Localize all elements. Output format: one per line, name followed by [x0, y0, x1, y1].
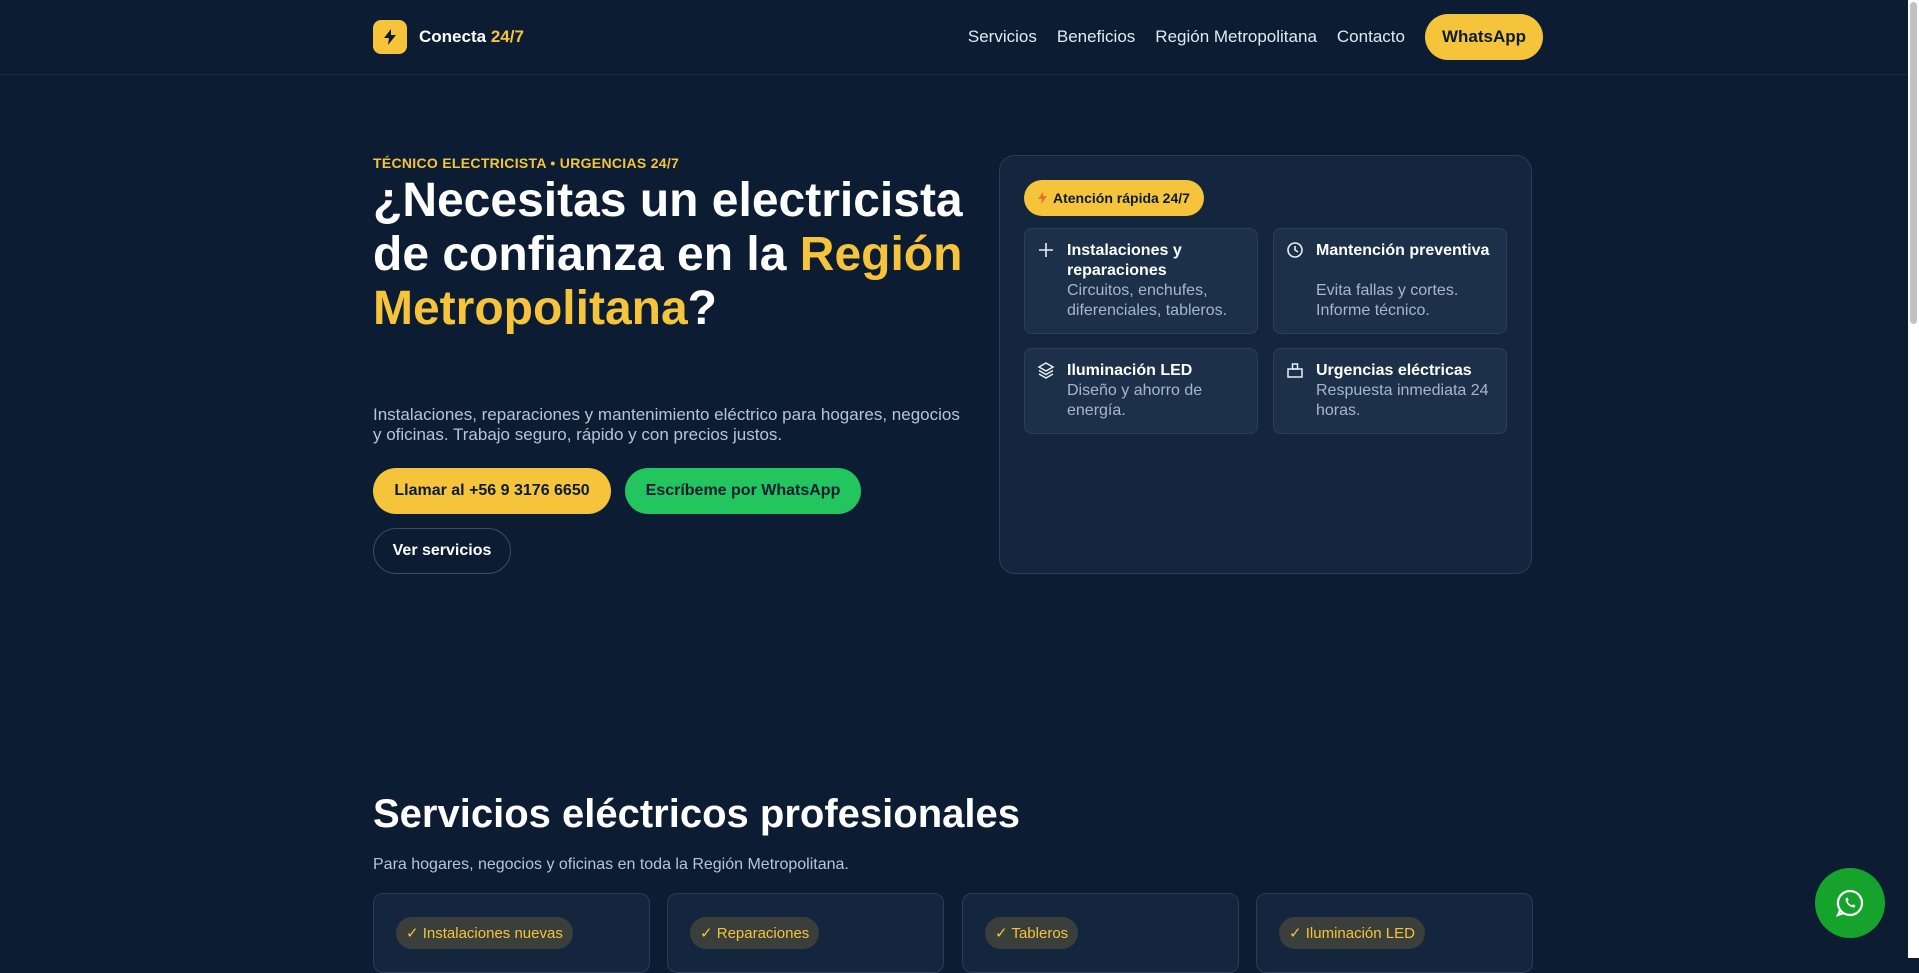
- nav-region-metropolitana[interactable]: Región Metropolitana: [1155, 27, 1317, 47]
- feature-installations: Instalaciones y reparaciones Circuitos, …: [1024, 228, 1258, 334]
- services-title: Servicios eléctricos profesionales: [373, 792, 1020, 836]
- feature-emergencies: Urgencias eléctricas Respuesta inmediata…: [1273, 348, 1507, 434]
- service-tag: ✓ Tableros: [985, 917, 1079, 949]
- brand-accent: 24/7: [490, 27, 524, 46]
- main-nav: Servicios Beneficios Región Metropolitan…: [948, 14, 1543, 60]
- site-header: Conecta 24/7 Servicios Beneficios Región…: [0, 0, 1908, 75]
- service-tag: ✓ Instalaciones nuevas: [396, 917, 573, 949]
- toolbox-icon: [1287, 363, 1303, 378]
- feature-desc: Respuesta inmediata 24 horas.: [1316, 382, 1489, 419]
- lightning-bolt-icon: [373, 20, 407, 54]
- feature-title: Iluminación LED: [1067, 362, 1193, 379]
- service-card[interactable]: ✓ Instalaciones nuevas: [373, 893, 650, 973]
- services-highlight-card: Atención rápida 24/7 Instalaciones y rep…: [999, 155, 1532, 574]
- whatsapp-nav-button[interactable]: WhatsApp: [1424, 14, 1543, 60]
- layers-icon: [1037, 362, 1055, 379]
- feature-title: Instalaciones y reparaciones: [1067, 242, 1182, 279]
- service-tag: ✓ Iluminación LED: [1279, 917, 1425, 949]
- view-services-button[interactable]: Ver servicios: [373, 528, 511, 574]
- service-card[interactable]: ✓ Tableros: [962, 893, 1239, 973]
- feature-desc: Evita fallas y cortes. Informe técnico.: [1316, 282, 1459, 319]
- feature-desc: Diseño y ahorro de energía.: [1067, 382, 1203, 419]
- service-tag: ✓ Reparaciones: [690, 917, 820, 949]
- hero-subtitle: Instalaciones, reparaciones y mantenimie…: [373, 405, 960, 444]
- page-scrollbar[interactable]: [1908, 0, 1919, 958]
- services-subtitle: Para hogares, negocios y oficinas en tod…: [373, 856, 849, 873]
- nav-contacto[interactable]: Contacto: [1337, 27, 1405, 47]
- feature-led: Iluminación LED Diseño y ahorro de energ…: [1024, 348, 1258, 434]
- nav-servicios[interactable]: Servicios: [968, 27, 1037, 47]
- brand-name: Conecta 24/7: [419, 27, 524, 46]
- plus-icon: [1039, 243, 1053, 257]
- feature-desc: Circuitos, enchufes, diferenciales, tabl…: [1067, 282, 1228, 319]
- whatsapp-button[interactable]: Escríbeme por WhatsApp: [625, 468, 861, 514]
- scrollbar-thumb[interactable]: [1910, 2, 1917, 324]
- hero-eyebrow: TÉCNICO ELECTRICISTA • URGENCIAS 24/7: [373, 155, 680, 171]
- whatsapp-float-button[interactable]: [1815, 868, 1885, 938]
- lightning-icon: [1038, 192, 1047, 204]
- nav-beneficios[interactable]: Beneficios: [1057, 27, 1135, 47]
- feature-maintenance: Mantención preventiva Evita fallas y cor…: [1273, 228, 1507, 334]
- fast-attention-badge: Atención rápida 24/7: [1024, 180, 1204, 216]
- service-card[interactable]: ✓ Reparaciones: [667, 893, 944, 973]
- hero-title: ¿Necesitas un electricista de confianza …: [373, 174, 963, 335]
- feature-title: Urgencias eléctricas: [1316, 362, 1472, 379]
- brand-logo[interactable]: Conecta 24/7: [373, 20, 524, 54]
- whatsapp-icon: [1835, 889, 1864, 917]
- feature-title: Mantención preventiva: [1316, 242, 1490, 259]
- call-button[interactable]: Llamar al +56 9 3176 6650: [373, 468, 611, 514]
- service-card[interactable]: ✓ Iluminación LED: [1256, 893, 1533, 973]
- clock-icon: [1287, 242, 1303, 258]
